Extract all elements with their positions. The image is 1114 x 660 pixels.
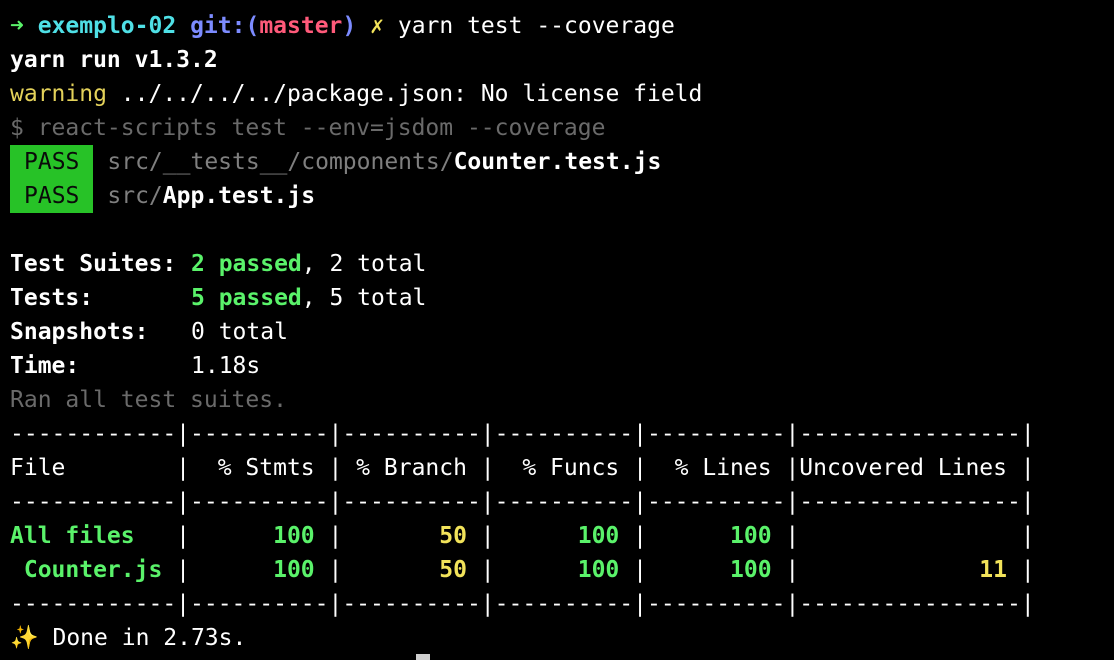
- coverage-file: Counter.js: [10, 557, 177, 583]
- command-text: yarn test --coverage: [397, 13, 675, 39]
- done-text: Done in 2.73s.: [38, 625, 247, 651]
- coverage-lines: 100: [730, 557, 772, 583]
- summary-time: Time: 1.18s: [10, 349, 260, 383]
- coverage-separator: ------------|----------|----------|-----…: [10, 421, 1035, 447]
- warning-line: warning ../../../../package.json: No lic…: [10, 77, 702, 111]
- tests-total: , 5 total: [301, 285, 427, 311]
- suites-total: , 2 total: [301, 251, 427, 277]
- coverage-funcs: 100: [577, 523, 620, 549]
- test-path: src/: [107, 183, 163, 209]
- terminal-window[interactable]: ➜ exemplo-02 git:(master) ✗ yarn test --…: [0, 0, 1114, 660]
- coverage-header: File | % Stmts | % Branch | % Funcs | % …: [10, 455, 1035, 481]
- yarn-version: yarn run v1.3.2: [10, 47, 218, 73]
- summary-snapshots: Snapshots: 0 total: [10, 315, 288, 349]
- git-label: git:(: [190, 13, 260, 39]
- test-file: Counter.test.js: [453, 149, 662, 175]
- coverage-separator: ------------|----------|----------|-----…: [10, 489, 1035, 515]
- coverage-row: Counter.js | 100 | 50 | 100 | 100 | 11 |: [10, 553, 1035, 587]
- tests-passed: 5 passed: [191, 285, 302, 311]
- coverage-stmts: 100: [273, 557, 315, 583]
- suites-passed: 2 passed: [191, 251, 302, 277]
- summary-tests: Tests: 5 passed, 5 total: [10, 281, 426, 315]
- snapshots-label: Snapshots:: [10, 319, 149, 345]
- summary-suites: Test Suites: 2 passed, 2 total: [10, 247, 426, 281]
- coverage-stmts: 100: [273, 523, 315, 549]
- coverage-branch: 50: [439, 557, 467, 583]
- test-result-row: PASS src/App.test.js: [10, 179, 315, 213]
- terminal-cursor: [416, 654, 430, 660]
- prompt-arrow-icon: ➜: [10, 13, 24, 39]
- coverage-file: All files: [10, 523, 177, 549]
- git-close: ): [342, 13, 357, 39]
- coverage-branch: 50: [439, 523, 467, 549]
- test-file: App.test.js: [162, 183, 316, 209]
- tests-label: Tests:: [10, 285, 94, 311]
- prompt-line: ➜ exemplo-02 git:(master) ✗ yarn test --…: [10, 9, 675, 43]
- warning-label: warning: [10, 81, 107, 107]
- done-line: ✨ Done in 2.73s.: [10, 621, 246, 655]
- git-dirty-icon: ✗: [370, 13, 384, 39]
- git-branch: master: [259, 13, 343, 39]
- sparkles-icon: ✨: [10, 625, 39, 651]
- script-command: $ react-scripts test --env=jsdom --cover…: [10, 115, 606, 141]
- warning-text: ../../../../package.json: No license fie…: [120, 81, 703, 107]
- suites-label: Test Suites:: [10, 251, 177, 277]
- prompt-directory: exemplo-02: [37, 13, 177, 39]
- pass-badge: PASS: [10, 145, 94, 179]
- time-label: Time:: [10, 353, 80, 379]
- time-value: 1.18s: [191, 353, 261, 379]
- coverage-row: All files | 100 | 50 | 100 | 100 | |: [10, 519, 1035, 553]
- ran-all-text: Ran all test suites.: [10, 387, 287, 413]
- pass-badge: PASS: [10, 179, 94, 213]
- coverage-separator: ------------|----------|----------|-----…: [10, 591, 1035, 617]
- coverage-uncovered: 11: [979, 557, 1007, 583]
- test-path: src/__tests__/components/: [107, 149, 454, 175]
- coverage-funcs: 100: [577, 557, 620, 583]
- test-result-row: PASS src/__tests__/components/Counter.tes…: [10, 145, 661, 179]
- snapshots-value: 0 total: [191, 319, 288, 345]
- coverage-lines: 100: [730, 523, 772, 549]
